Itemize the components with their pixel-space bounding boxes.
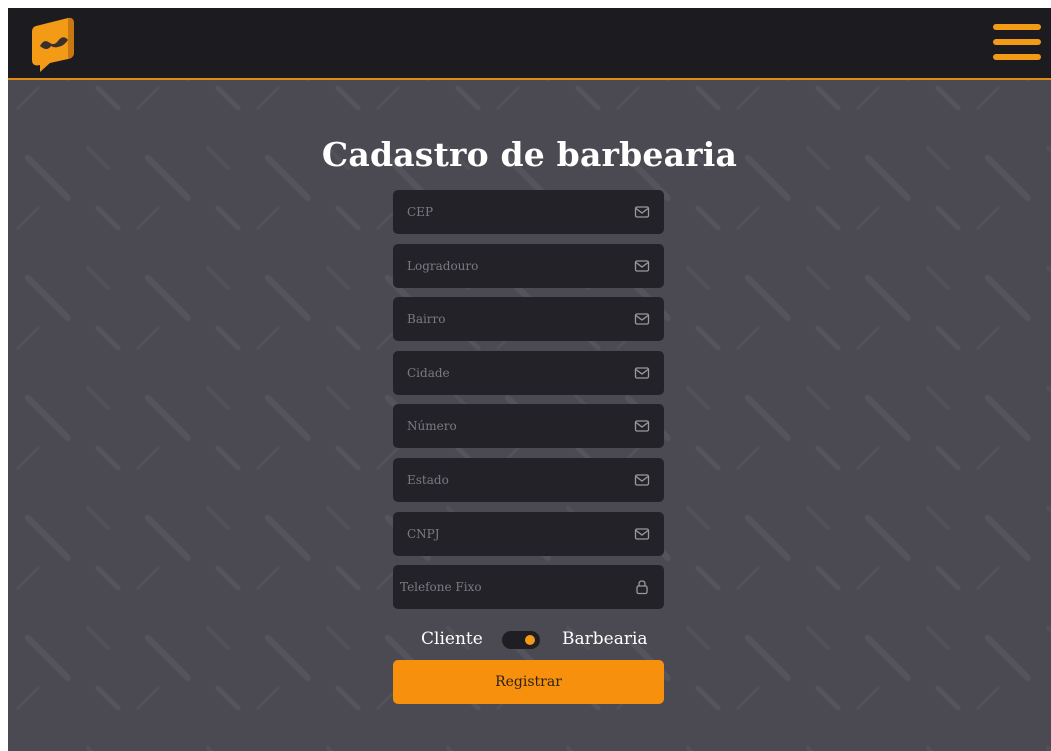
estado-field[interactable] (393, 458, 664, 502)
mail-icon (634, 260, 650, 272)
cep-field[interactable] (393, 190, 664, 234)
mail-icon (634, 367, 650, 379)
mail-icon (634, 420, 650, 432)
account-type-switch[interactable] (502, 631, 540, 649)
top-bar (8, 8, 1051, 80)
switch-knob (525, 635, 535, 645)
hamburger-menu-icon[interactable] (993, 22, 1041, 62)
mail-icon (634, 474, 650, 486)
mustache-speech-bubble-icon[interactable] (28, 16, 78, 72)
bairro-input[interactable] (393, 297, 623, 341)
account-type-toggle-row: Cliente Barbearia (8, 627, 1051, 653)
barbearia-label[interactable]: Barbearia (562, 629, 648, 649)
cnpj-field[interactable] (393, 512, 664, 556)
mail-icon (634, 528, 650, 540)
lock-icon (636, 580, 648, 595)
numero-input[interactable] (393, 404, 623, 448)
registrar-button[interactable]: Registrar (393, 660, 664, 704)
app-frame: Cadastro de barbearia Cliente Barbe (8, 8, 1051, 751)
telefone-fixo-field[interactable] (393, 565, 664, 609)
logradouro-field[interactable] (393, 244, 664, 288)
logradouro-input[interactable] (393, 244, 623, 288)
mail-icon (634, 206, 650, 218)
telefone-fixo-input[interactable] (393, 565, 623, 609)
cliente-label[interactable]: Cliente (421, 629, 483, 649)
estado-input[interactable] (393, 458, 623, 502)
bairro-field[interactable] (393, 297, 664, 341)
mail-icon (634, 313, 650, 325)
cep-input[interactable] (393, 190, 623, 234)
cnpj-input[interactable] (393, 512, 623, 556)
cidade-input[interactable] (393, 351, 623, 395)
cidade-field[interactable] (393, 351, 664, 395)
numero-field[interactable] (393, 404, 664, 448)
page-title: Cadastro de barbearia (321, 135, 738, 174)
